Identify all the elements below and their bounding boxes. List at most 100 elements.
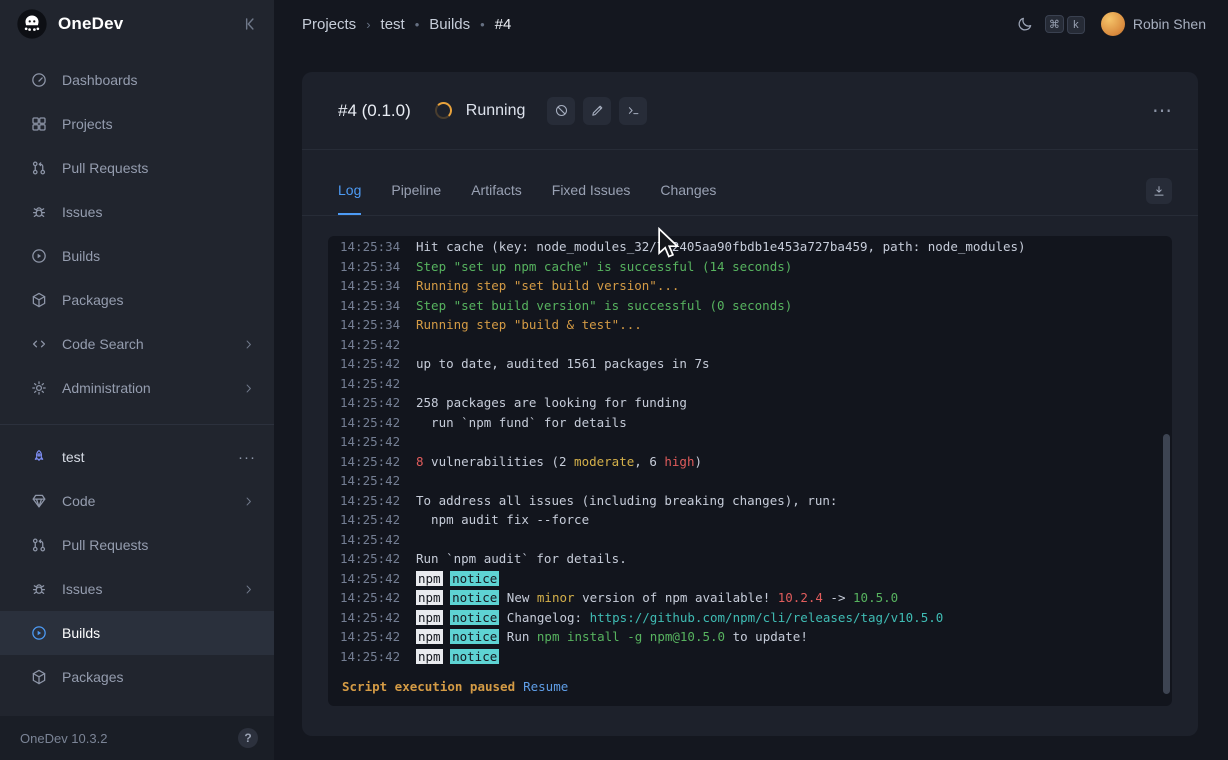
log-message: Step "set build version" is successful (…: [416, 296, 792, 316]
tab-artifacts[interactable]: Artifacts: [471, 182, 522, 215]
build-log-panel[interactable]: 14:25:34Hit cache (key: node_modules_32/…: [328, 236, 1172, 706]
sidebar-item-label: Dashboards: [62, 72, 138, 88]
main-area: Projects›test•Builds•#4 ⌘k Robin Shen #4…: [274, 0, 1228, 760]
log-line: 14:25:42: [340, 432, 1160, 452]
log-line: 14:25:34Running step "set build version"…: [340, 276, 1160, 296]
log-scrollbar-thumb[interactable]: [1163, 434, 1170, 694]
log-line: 14:25:42 run `npm fund` for details: [340, 413, 1160, 433]
download-log-button[interactable]: [1146, 178, 1172, 204]
sidebar-item-code[interactable]: Code: [0, 479, 274, 523]
sidebar-divider: [0, 424, 274, 425]
sidebar-item-label: Issues: [62, 581, 102, 597]
sidebar-item-dashboards[interactable]: Dashboards: [0, 58, 274, 102]
edit-build-button[interactable]: [583, 97, 611, 125]
build-title: #4 (0.1.0): [338, 101, 411, 121]
log-timestamp: 14:25:42: [340, 354, 404, 374]
dark-mode-toggle-moon-icon[interactable]: [1016, 15, 1034, 33]
log-line: 14:25:42: [340, 335, 1160, 355]
pull-request-icon: [30, 159, 48, 177]
app-root: OneDev DashboardsProjectsPull RequestsIs…: [0, 0, 1228, 760]
breadcrumb-item-builds[interactable]: Builds: [429, 16, 470, 33]
log-timestamp: 14:25:42: [340, 432, 404, 452]
log-line: 14:25:42258 packages are looking for fun…: [340, 393, 1160, 413]
log-timestamp: 14:25:42: [340, 608, 404, 628]
log-timestamp: 14:25:34: [340, 296, 404, 316]
sidebar-item-label: Pull Requests: [62, 537, 148, 553]
app-version: OneDev 10.3.2: [20, 731, 107, 746]
log-message: npm audit fix --force: [416, 510, 589, 530]
sidebar-item-label: Builds: [62, 625, 100, 641]
help-icon[interactable]: ?: [238, 728, 258, 748]
log-message: Running step "set build version"...: [416, 276, 679, 296]
tab-changes[interactable]: Changes: [660, 182, 716, 215]
log-timestamp: 14:25:42: [340, 510, 404, 530]
onedev-logo-icon: [16, 8, 48, 40]
breadcrumb-separator: •: [415, 17, 420, 32]
sidebar-item-issues[interactable]: Issues: [0, 190, 274, 234]
build-more-options-button[interactable]: ⋯: [1152, 101, 1172, 121]
chevron-right-icon: [241, 582, 256, 597]
sidebar-main-nav: Dashboards Projects Pull Requests IssuesBui…: [0, 48, 274, 410]
sidebar-item-pull-requests[interactable]: Pull Requests: [0, 146, 274, 190]
package-icon: [30, 668, 48, 686]
log-timestamp: 14:25:34: [340, 257, 404, 277]
breadcrumb-item-test[interactable]: test: [381, 16, 405, 33]
sidebar-item-packages[interactable]: Packages: [0, 655, 274, 699]
log-line: 14:25:42 up to date, audited 1561 package…: [340, 354, 1160, 374]
user-name[interactable]: Robin Shen: [1133, 16, 1206, 32]
sidebar-item-packages[interactable]: Packages: [0, 278, 274, 322]
log-timestamp: 14:25:42: [340, 569, 404, 589]
build-card-header: #4 (0.1.0) Running ⋯: [302, 72, 1198, 150]
dashboard-icon: [30, 71, 48, 89]
sidebar-item-test[interactable]: test···: [0, 435, 274, 479]
chevron-right-icon: [241, 494, 256, 509]
sidebar-item-projects[interactable]: Projects: [0, 102, 274, 146]
sidebar-item-code-search[interactable]: Code Search: [0, 322, 274, 366]
sidebar-item-builds[interactable]: Builds: [0, 234, 274, 278]
sidebar-item-pull-requests[interactable]: Pull Requests: [0, 523, 274, 567]
sidebar-project-nav: test···Code Pull Requests Issues Builds Pack…: [0, 435, 274, 699]
breadcrumb: Projects›test•Builds•#4: [302, 16, 511, 33]
log-timestamp: 14:25:42: [340, 393, 404, 413]
log-line: 14:25:42: [340, 530, 1160, 550]
tab-fixed-issues[interactable]: Fixed Issues: [552, 182, 631, 215]
cancel-build-button[interactable]: [547, 97, 575, 125]
web-terminal-button[interactable]: [619, 97, 647, 125]
log-timestamp: 14:25:42: [340, 471, 404, 491]
sidebar-item-label: Pull Requests: [62, 160, 148, 176]
tab-pipeline[interactable]: Pipeline: [391, 182, 441, 215]
paused-row: Script execution paused Resume: [340, 675, 1160, 696]
build-actions: [547, 97, 647, 125]
log-message: up to date, audited 1561 packages in 7s: [416, 354, 710, 374]
more-options-icon[interactable]: ···: [238, 449, 256, 466]
sidebar-item-label: Packages: [62, 292, 123, 308]
collapse-sidebar-button[interactable]: [240, 14, 260, 34]
breadcrumb-item-projects[interactable]: Projects: [302, 16, 356, 33]
log-timestamp: 14:25:42: [340, 549, 404, 569]
breadcrumb-item--4[interactable]: #4: [495, 16, 512, 33]
projects-icon: [30, 115, 48, 133]
log-line: 14:25:34Step "set up npm cache" is succe…: [340, 257, 1160, 277]
log-timestamp: 14:25:42: [340, 413, 404, 433]
log-timestamp: 14:25:34: [340, 315, 404, 335]
log-message: To address all issues (including breakin…: [416, 491, 837, 511]
rocket-icon: [30, 448, 48, 466]
content-area: #4 (0.1.0) Running ⋯ Log Pipeline Artifact…: [274, 48, 1228, 760]
sidebar-item-label: Packages: [62, 669, 123, 685]
log-lines: 14:25:34Hit cache (key: node_modules_32/…: [340, 237, 1160, 666]
log-timestamp: 14:25:42: [340, 588, 404, 608]
avatar[interactable]: [1101, 12, 1125, 36]
sidebar-item-builds[interactable]: Builds: [0, 611, 274, 655]
build-tabs: Log Pipeline Artifacts Fixed Issues Changes: [338, 182, 746, 215]
sidebar-item-issues[interactable]: Issues: [0, 567, 274, 611]
pencil-icon: [590, 103, 605, 118]
log-message: 8 vulnerabilities (2 moderate, 6 high): [416, 452, 702, 472]
log-line: 14:25:42To address all issues (including…: [340, 491, 1160, 511]
log-line: 14:25:42: [340, 471, 1160, 491]
sidebar-item-administration[interactable]: Administration: [0, 366, 274, 410]
play-icon: [30, 624, 48, 642]
resume-link[interactable]: Resume: [523, 679, 568, 694]
log-line: 14:25:42npm notice: [340, 647, 1160, 667]
tab-log[interactable]: Log: [338, 182, 361, 215]
log-message: run `npm fund` for details: [416, 413, 627, 433]
